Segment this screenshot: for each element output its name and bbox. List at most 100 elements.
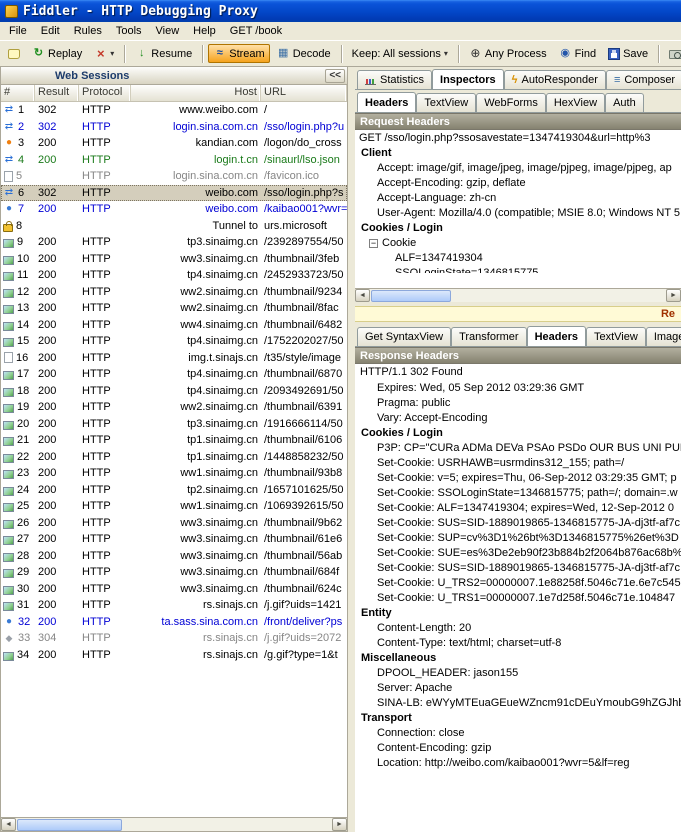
sessions-horizontal-scrollbar[interactable] bbox=[1, 817, 347, 831]
screenshot-button[interactable] bbox=[664, 45, 681, 62]
scroll-left-arrow-icon[interactable] bbox=[1, 818, 16, 831]
response-tab-textview[interactable]: TextView bbox=[586, 327, 646, 346]
request-tab-textview[interactable]: TextView bbox=[416, 93, 476, 112]
session-row[interactable]: 9200HTTPtp3.sinaimg.cn/2392897554/50 bbox=[1, 234, 347, 251]
session-row[interactable]: 32200HTTPta.sass.sina.com.cn/front/deliv… bbox=[1, 614, 347, 631]
tab-composer[interactable]: Composer bbox=[606, 70, 681, 89]
session-row[interactable]: 7200HTTPweibo.com/kaibao001?wvr= bbox=[1, 201, 347, 218]
request-tab-hexview[interactable]: HexView bbox=[546, 93, 605, 112]
session-row[interactable]: 27200HTTPww3.sinaimg.cn/thumbnail/61e6 bbox=[1, 531, 347, 548]
response-header-line[interactable]: Set-Cookie: SUP=cv%3D1%26bt%3D1346815775… bbox=[355, 531, 681, 546]
response-header-line[interactable]: Set-Cookie: U_TRS1=00000007.1e7d258f.504… bbox=[355, 591, 681, 606]
response-header-line[interactable]: Location: http://weibo.com/kaibao001?wvr… bbox=[355, 756, 681, 771]
menu-item-get-book[interactable]: GET /book bbox=[223, 23, 289, 39]
find-button[interactable]: Find bbox=[554, 44, 601, 63]
scroll-left-arrow-icon[interactable] bbox=[355, 289, 370, 302]
response-header-line[interactable]: SINA-LB: eWYyMTEuaGEueWZncm91cDEuYmoubG9… bbox=[355, 696, 681, 711]
response-header-line[interactable]: Vary: Accept-Encoding bbox=[355, 411, 681, 426]
request-horizontal-scrollbar[interactable] bbox=[355, 288, 681, 302]
menu-item-view[interactable]: View bbox=[149, 23, 187, 39]
response-tab-headers[interactable]: Headers bbox=[527, 326, 586, 347]
request-header-line[interactable]: −Cookie bbox=[355, 236, 681, 251]
session-row[interactable]: 18200HTTPtp4.sinaimg.cn/2093492691/50 bbox=[1, 383, 347, 400]
session-row[interactable]: 23200HTTPww1.sinaimg.cn/thumbnail/93b8 bbox=[1, 465, 347, 482]
response-status-line[interactable]: HTTP/1.1 302 Found bbox=[355, 364, 681, 381]
response-header-line[interactable]: Content-Length: 20 bbox=[355, 621, 681, 636]
response-header-line[interactable]: Expires: Wed, 05 Sep 2012 03:29:36 GMT bbox=[355, 381, 681, 396]
response-header-line[interactable]: Set-Cookie: SUS=SID-1889019865-134681577… bbox=[355, 516, 681, 531]
column-header-[interactable]: # bbox=[1, 85, 35, 101]
request-header-line[interactable]: Accept: image/gif, image/jpeg, image/pjp… bbox=[355, 161, 681, 176]
session-row[interactable]: 34200HTTPrs.sinajs.cn/g.gif?type=1&t bbox=[1, 647, 347, 664]
collapse-expander-icon[interactable]: − bbox=[369, 239, 378, 248]
tab-autoresponder[interactable]: AutoResponder bbox=[504, 70, 606, 89]
session-row[interactable]: 13200HTTPww2.sinaimg.cn/thumbnail/8fac bbox=[1, 300, 347, 317]
tab-inspectors[interactable]: Inspectors bbox=[432, 69, 504, 90]
response-header-line[interactable]: DPOOL_HEADER: jason155 bbox=[355, 666, 681, 681]
request-header-line[interactable]: User-Agent: Mozilla/4.0 (compatible; MSI… bbox=[355, 206, 681, 221]
session-row[interactable]: 12200HTTPww2.sinaimg.cn/thumbnail/9234 bbox=[1, 284, 347, 301]
request-tab-auth[interactable]: Auth bbox=[605, 93, 644, 112]
response-header-line[interactable]: Set-Cookie: SSOLoginState=1346815775; pa… bbox=[355, 486, 681, 501]
session-row[interactable]: 6302HTTPweibo.com/sso/login.php?s bbox=[1, 185, 347, 202]
panel-splitter[interactable] bbox=[348, 67, 355, 832]
response-header-line[interactable]: Server: Apache bbox=[355, 681, 681, 696]
replay-button[interactable]: Replay bbox=[27, 44, 87, 63]
request-tab-webforms[interactable]: WebForms bbox=[476, 93, 546, 112]
tab-statistics[interactable]: Statistics bbox=[357, 70, 432, 89]
session-row[interactable]: 31200HTTPrs.sinajs.cn/j.gif?uids=1421 bbox=[1, 597, 347, 614]
scroll-right-arrow-icon[interactable] bbox=[332, 818, 347, 831]
keep-button[interactable]: Keep: All sessions▾ bbox=[347, 45, 453, 63]
any-process-button[interactable]: Any Process bbox=[464, 44, 552, 63]
response-header-line[interactable]: Content-Encoding: gzip bbox=[355, 741, 681, 756]
response-header-line[interactable]: Set-Cookie: SUS=SID-1889019865-134681577… bbox=[355, 561, 681, 576]
decode-button[interactable]: Decode bbox=[272, 44, 336, 63]
scroll-thumb[interactable] bbox=[17, 819, 122, 831]
session-row[interactable]: 19200HTTPww2.sinaimg.cn/thumbnail/6391 bbox=[1, 399, 347, 416]
encoding-notice-bar[interactable]: Re bbox=[355, 306, 681, 322]
session-row[interactable]: 10200HTTPww3.sinaimg.cn/thumbnail/3feb bbox=[1, 251, 347, 268]
session-row[interactable]: 17200HTTPtp4.sinaimg.cn/thumbnail/6870 bbox=[1, 366, 347, 383]
menu-item-file[interactable]: File bbox=[2, 23, 34, 39]
session-row[interactable]: 15200HTTPtp4.sinaimg.cn/1752202027/50 bbox=[1, 333, 347, 350]
session-row[interactable]: 24200HTTPtp2.sinaimg.cn/1657101625/50 bbox=[1, 482, 347, 499]
session-row[interactable]: 20200HTTPtp3.sinaimg.cn/1916666114/50 bbox=[1, 416, 347, 433]
stream-button[interactable]: Stream bbox=[208, 44, 269, 63]
session-row[interactable]: 4200HTTPlogin.t.cn/sinaurl/lso.json bbox=[1, 152, 347, 169]
session-row[interactable]: 14200HTTPww4.sinaimg.cn/thumbnail/6482 bbox=[1, 317, 347, 334]
request-header-line[interactable]: ALF=1347419304 bbox=[355, 251, 681, 266]
session-row[interactable]: 26200HTTPww3.sinaimg.cn/thumbnail/9b62 bbox=[1, 515, 347, 532]
column-header-url[interactable]: URL bbox=[261, 85, 347, 101]
menu-item-tools[interactable]: Tools bbox=[109, 23, 149, 39]
session-row[interactable]: 1302HTTPwww.weibo.com/ bbox=[1, 102, 347, 119]
session-row[interactable]: 28200HTTPww3.sinaimg.cn/thumbnail/56ab bbox=[1, 548, 347, 565]
response-header-line[interactable]: Set-Cookie: v=5; expires=Thu, 06-Sep-201… bbox=[355, 471, 681, 486]
response-header-line[interactable]: Pragma: public bbox=[355, 396, 681, 411]
response-header-line[interactable]: Set-Cookie: U_TRS2=00000007.1e88258f.504… bbox=[355, 576, 681, 591]
session-row[interactable]: 22200HTTPtp1.sinaimg.cn/1448858232/50 bbox=[1, 449, 347, 466]
response-header-line[interactable]: Content-Type: text/html; charset=utf-8 bbox=[355, 636, 681, 651]
save-button[interactable]: Save bbox=[603, 45, 653, 63]
response-header-line[interactable]: Connection: close bbox=[355, 726, 681, 741]
session-row[interactable]: 5HTTPlogin.sina.com.cn/favicon.ico bbox=[1, 168, 347, 185]
session-row[interactable]: 21200HTTPtp1.sinaimg.cn/thumbnail/6106 bbox=[1, 432, 347, 449]
collapse-panel-button[interactable]: << bbox=[325, 69, 345, 83]
menu-item-rules[interactable]: Rules bbox=[67, 23, 109, 39]
request-tab-headers[interactable]: Headers bbox=[357, 92, 416, 113]
session-row[interactable]: 16200HTTPimg.t.sinajs.cn/t35/style/image bbox=[1, 350, 347, 367]
session-row[interactable]: 30200HTTPww3.sinaimg.cn/thumbnail/624c bbox=[1, 581, 347, 598]
session-row[interactable]: 2302HTTPlogin.sina.com.cn/sso/login.php?… bbox=[1, 119, 347, 136]
title-bar[interactable]: Fiddler - HTTP Debugging Proxy bbox=[0, 0, 681, 22]
session-row[interactable]: 25200HTTPww1.sinaimg.cn/1069392615/50 bbox=[1, 498, 347, 515]
resume-button[interactable]: Resume bbox=[130, 44, 197, 63]
response-tab-imageview[interactable]: ImageView bbox=[646, 327, 681, 346]
column-header-host[interactable]: Host bbox=[131, 85, 261, 101]
response-header-line[interactable]: P3P: CP="CURa ADMa DEVa PSAo PSDo OUR BU… bbox=[355, 441, 681, 456]
request-line[interactable]: GET /sso/login.php?ssosavestate=13474193… bbox=[355, 130, 681, 146]
session-row[interactable]: 11200HTTPtp4.sinaimg.cn/2452933723/50 bbox=[1, 267, 347, 284]
scroll-right-arrow-icon[interactable] bbox=[666, 289, 681, 302]
comment-button[interactable] bbox=[3, 46, 25, 62]
response-header-line[interactable]: Set-Cookie: SUE=es%3De2eb90f23b884b2f206… bbox=[355, 546, 681, 561]
request-header-line[interactable]: Accept-Language: zh-cn bbox=[355, 191, 681, 206]
response-header-line[interactable]: Set-Cookie: ALF=1347419304; expires=Wed,… bbox=[355, 501, 681, 516]
